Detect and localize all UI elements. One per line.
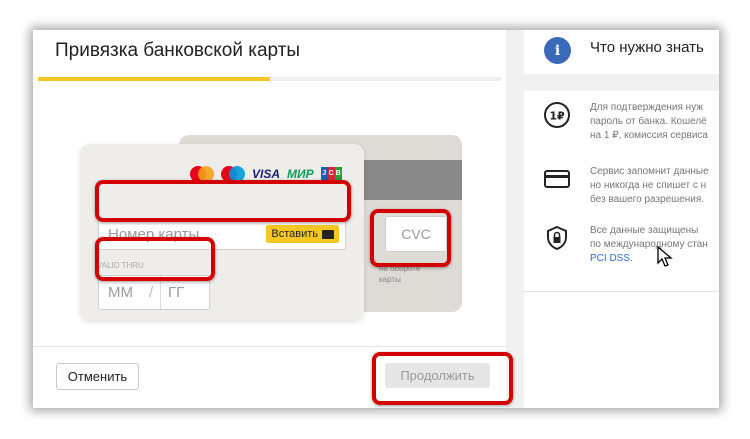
info-panel-separator (524, 74, 719, 91)
card-icon (543, 165, 571, 193)
cvc-hint: на обороте карты (379, 263, 420, 285)
jcb-letter-b: B (334, 167, 342, 181)
text-line: Сервис запомнит данные (590, 166, 709, 177)
svg-text:1₽: 1₽ (549, 110, 565, 123)
card-brand-logos: VISA МИР J C B (190, 166, 342, 182)
info-panel-bottom-line (524, 291, 719, 292)
panel-gap (506, 30, 524, 408)
text-line: Для подтверждения нуж (590, 102, 704, 113)
info-icon: i (544, 37, 571, 64)
info-panel-body: 1₽ Для подтверждения нуж пароль от банка… (524, 91, 719, 291)
info-panel-header: i Что нужно знать (524, 30, 719, 74)
jcb-letter-c: C (327, 167, 335, 181)
month-input[interactable]: ММ (108, 284, 133, 301)
mastercard-icon (190, 166, 214, 182)
cancel-button[interactable]: Отменить (56, 363, 139, 390)
dialog-title: Привязка банковской карты (55, 40, 301, 61)
cvc-input[interactable]: CVC (385, 216, 447, 252)
info-item-security-text: Все данные защищены по международному ст… (590, 224, 708, 266)
info-panel-title: Что нужно знать (590, 39, 704, 56)
shield-lock-icon (543, 224, 571, 252)
text-line: но никогда не спишет с н (590, 180, 707, 191)
cvc-hint-line2: карты (379, 275, 401, 284)
text-line: по международному стан (590, 239, 708, 250)
text-line: на 1 ₽, комиссия сервиса (590, 130, 708, 141)
expiry-input: ММ / ГГ (98, 275, 210, 310)
mir-logo: МИР (287, 167, 314, 181)
jcb-letter-j: J (320, 167, 328, 181)
year-input[interactable]: ГГ (168, 284, 184, 301)
info-item-card-saved-text: Сервис запомнит данные но никогда не спи… (590, 165, 709, 207)
jcb-logo: J C B (320, 167, 342, 181)
card-form-area: CVC на обороте карты VISA МИР J C B Номе… (33, 81, 506, 346)
paste-label: Вставить (271, 228, 318, 240)
card-front: VISA МИР J C B Номер карты Вставить VALI… (80, 144, 364, 320)
pci-dss-link[interactable]: PCI DSS. (590, 252, 708, 266)
visa-logo: VISA (252, 167, 281, 181)
maestro-icon (221, 166, 245, 182)
mouse-cursor-icon (657, 245, 673, 273)
card-binding-dialog: Привязка банковской карты CVC на обороте… (33, 30, 506, 408)
expiry-slash: / (149, 284, 154, 301)
info-item-payment-text: Для подтверждения нуж пароль от банка. К… (590, 101, 708, 143)
ruble-coin-icon: 1₽ (543, 101, 571, 129)
paste-button[interactable]: Вставить (266, 225, 339, 243)
card-number-input[interactable]: Номер карты Вставить (98, 218, 346, 250)
card-icon (322, 229, 334, 239)
valid-thru-label: VALID THRU (97, 261, 144, 270)
continue-button[interactable]: Продолжить (385, 363, 490, 388)
text-line: Все данные защищены (590, 225, 699, 236)
footer-divider (33, 346, 506, 347)
card-number-placeholder: Номер карты (108, 226, 200, 243)
info-panel: i Что нужно знать 1₽ Для подтверждения н… (524, 30, 719, 408)
text-line: пароль от банка. Кошелё (590, 116, 707, 127)
expiry-divider (160, 276, 161, 309)
text-line: без вашего разрешения. (590, 194, 705, 205)
cvc-hint-line1: на обороте (379, 264, 421, 273)
